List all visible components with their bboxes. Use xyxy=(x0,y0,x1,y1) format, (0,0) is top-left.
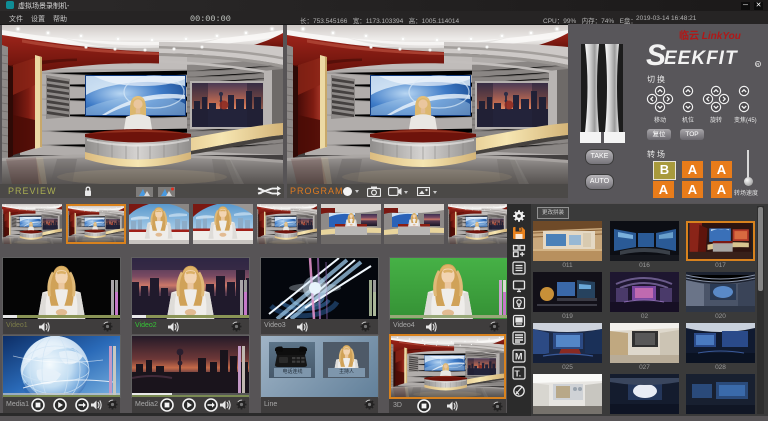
svg-text:旋转: 旋转 xyxy=(710,116,722,124)
svg-text:EEKFIT: EEKFIT xyxy=(664,48,738,69)
svg-text:S: S xyxy=(646,39,666,69)
svg-text:机位: 机位 xyxy=(682,116,694,124)
svg-text:M: M xyxy=(515,352,523,362)
svg-text:移动: 移动 xyxy=(654,116,666,124)
svg-text:T.: T. xyxy=(515,369,522,379)
svg-text:变焦(45): 变焦(45) xyxy=(734,116,757,124)
